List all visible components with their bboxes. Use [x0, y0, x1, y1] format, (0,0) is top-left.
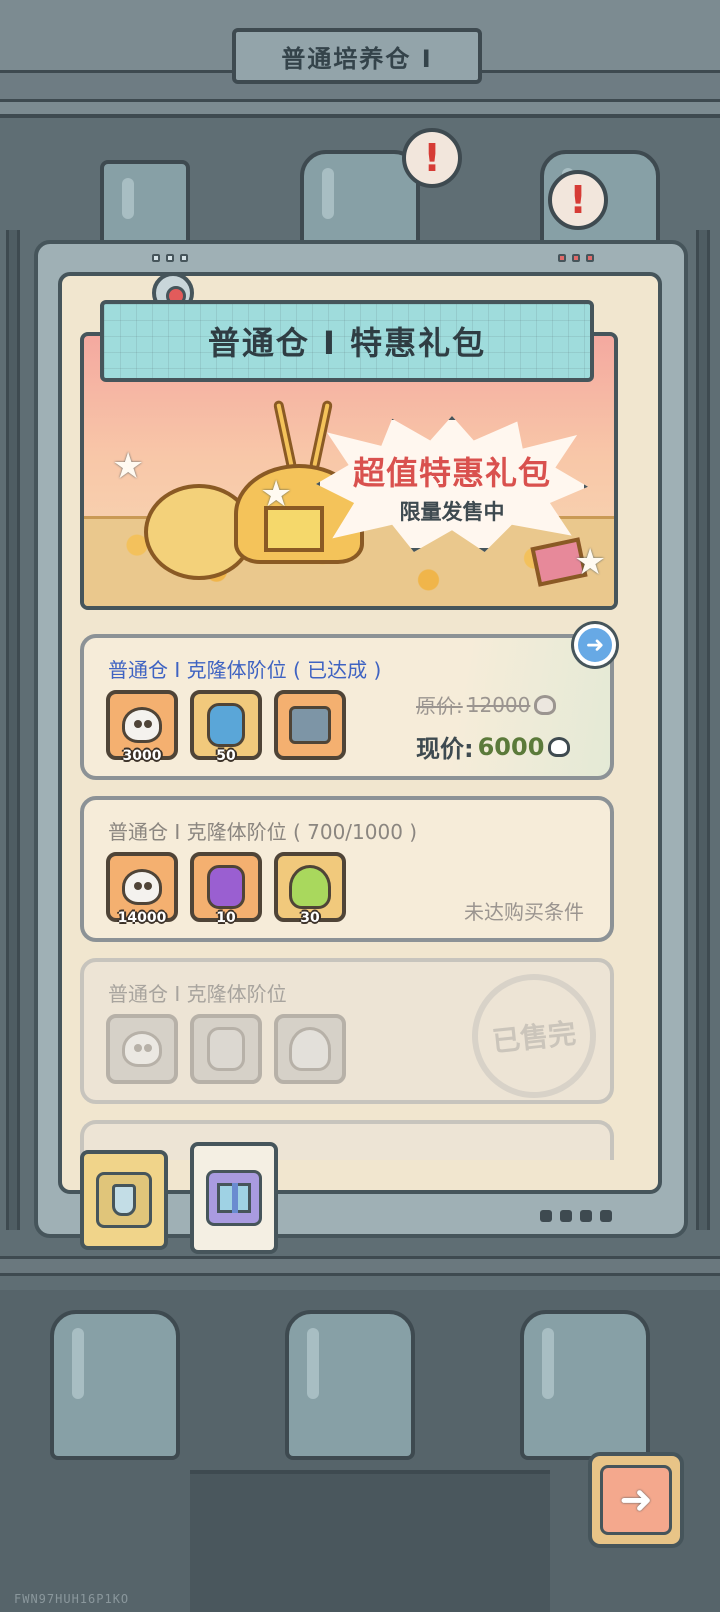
reward-slot [106, 1014, 178, 1084]
bg-capsule [520, 1310, 650, 1460]
bg-capsule [100, 160, 190, 250]
page-indicator-dots [540, 1210, 612, 1222]
original-price-value: 12000 [466, 692, 531, 717]
promo-burst-text: 超值特惠礼包 限量发售中 [316, 448, 588, 526]
panel-indicator-dots [152, 254, 188, 262]
reward-count: 50 [216, 748, 236, 764]
pack-card[interactable]: 普通仓 I 克隆体阶位 ( 已达成 ) 3000 50 原价: 12000 现价… [80, 624, 616, 780]
ghost-currency-icon [122, 707, 162, 743]
ghost-currency-icon [548, 736, 571, 757]
watermark: FWN97HUH16P1KO [14, 1592, 130, 1606]
snail-antenna [272, 399, 298, 471]
purple-potion-jar-icon [207, 865, 245, 909]
reward-slot[interactable]: 10 [190, 852, 262, 926]
alert-icon[interactable]: ! [548, 170, 608, 230]
original-price: 原价: 12000 [416, 690, 602, 719]
pack-title: 普通仓 I 克隆体阶位 ( 已达成 ) [108, 658, 382, 682]
lab-title-plate: 普通培养仓 I [232, 28, 482, 84]
next-button[interactable]: ➜ [588, 1452, 684, 1548]
promo-subline: 限量发售中 [399, 500, 505, 524]
tab-icon-frame [96, 1172, 152, 1228]
current-price: 现价: 6000 [416, 729, 602, 764]
bg-capsule [50, 1310, 180, 1460]
star-icon: ★ [112, 446, 145, 487]
bg-pipe [6, 230, 20, 1230]
gift-box-icon [217, 1183, 251, 1213]
arrow-right-icon: ➜ [600, 1465, 672, 1535]
reward-slot[interactable]: 50 [190, 690, 262, 764]
reward-slot[interactable]: 3000 [106, 690, 178, 764]
ghost-currency-icon [122, 869, 162, 905]
pack-title: 普通仓 I 克隆体阶位 [108, 982, 287, 1006]
machine-base [190, 1470, 550, 1612]
star-icon: ★ [574, 542, 607, 583]
tab-clone[interactable] [80, 1150, 168, 1250]
ghost-currency-icon [534, 694, 557, 715]
panel-title: 普通仓 I 特惠礼包 [100, 300, 594, 382]
reward-count: 3000 [122, 748, 162, 764]
reward-slot [190, 1014, 262, 1084]
green-creature-icon [289, 865, 331, 909]
sold-out-stamp: 已售完 [465, 967, 603, 1105]
price-box[interactable]: 原价: 12000 现价: 6000 [416, 690, 602, 764]
reward-count: 14000 [117, 910, 167, 926]
bg-pipe [696, 230, 710, 1230]
robot-machine-icon [289, 706, 331, 744]
panel-indicator-dots [558, 254, 594, 262]
pack-card[interactable]: 普通仓 I 克隆体阶位 ( 700/1000 ) 14000 10 30 未达购… [80, 796, 614, 942]
purchase-condition-status: 未达购买条件 [464, 900, 584, 924]
reward-slot[interactable]: 30 [274, 852, 346, 926]
original-price-label: 原价: [416, 694, 463, 718]
tab-gift-pack[interactable] [190, 1142, 278, 1254]
reward-slot[interactable] [274, 690, 346, 760]
creature-icon [289, 1027, 331, 1071]
promo-headline: 超值特惠礼包 [352, 454, 551, 492]
ghost-currency-icon [122, 1031, 162, 1067]
reward-slot [274, 1014, 346, 1084]
current-price-value: 6000 [477, 732, 545, 761]
tab-icon-frame [206, 1170, 262, 1226]
bg-shelf [0, 1256, 720, 1276]
pack-title: 普通仓 I 克隆体阶位 ( 700/1000 ) [108, 820, 418, 844]
alert-icon[interactable]: ! [402, 128, 462, 188]
blue-potion-jar-icon [207, 703, 245, 747]
potion-jar-icon [207, 1027, 245, 1071]
reward-count: 30 [300, 910, 320, 926]
star-icon: ★ [260, 474, 293, 515]
reward-slot[interactable]: 14000 [106, 852, 178, 926]
reward-slots: 14000 10 30 [106, 852, 346, 926]
current-price-label: 现价: [416, 735, 474, 763]
arrow-right-icon[interactable]: ➜ [574, 624, 616, 666]
reward-slots: 3000 50 [106, 690, 346, 764]
bg-capsule [285, 1310, 415, 1460]
flask-icon [112, 1184, 136, 1216]
reward-count: 10 [216, 910, 236, 926]
pack-card[interactable]: 普通仓 I 克隆体阶位 已售完 [80, 958, 614, 1105]
reward-slots [106, 1014, 346, 1084]
